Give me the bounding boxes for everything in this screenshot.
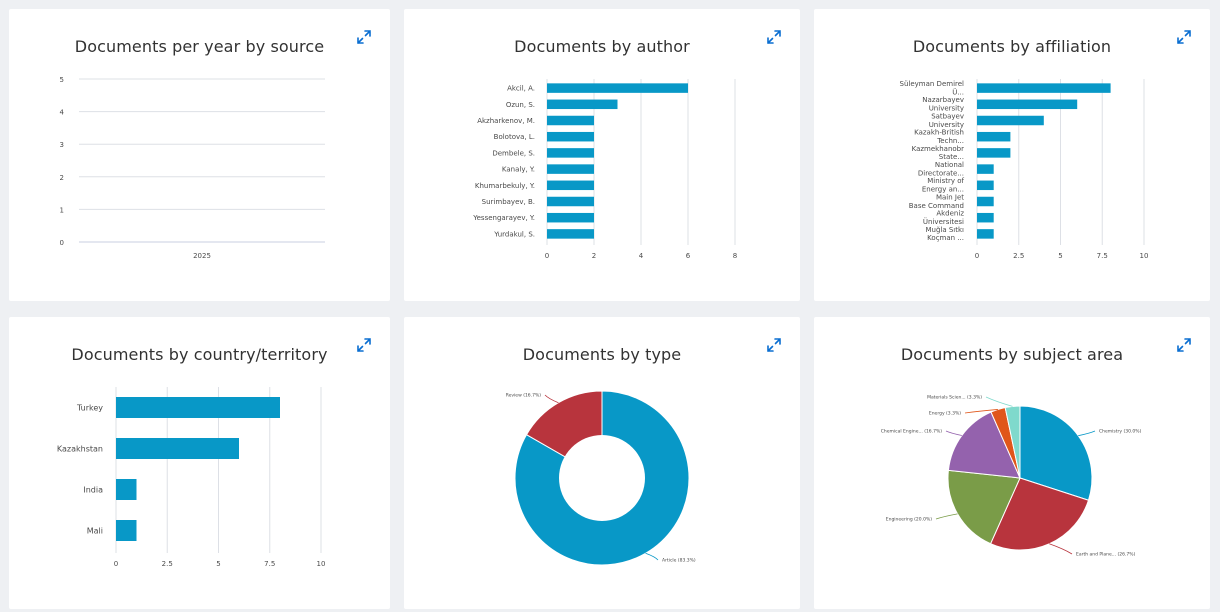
x-tick-label: 4 (639, 252, 644, 260)
bar (547, 180, 594, 191)
y-tick-label: 5 (60, 76, 64, 84)
x-tick-label: 10 (317, 560, 326, 568)
slice-label: Chemical Engine... (16.7%) (881, 429, 943, 435)
bar (547, 83, 688, 93)
leader-line (1049, 543, 1073, 555)
leader-line (945, 430, 962, 436)
slice-label: Earth and Plane... (26.7%) (1076, 552, 1136, 558)
category-label: Nazarbayev University (922, 96, 964, 112)
category-label: Yessengarayev, Y. (472, 214, 535, 222)
x-tick-label: 2 (592, 252, 596, 260)
category-label: Mali (87, 526, 103, 535)
category-label: Ozun, S. (506, 101, 535, 109)
donut-chart: Article (83.3%) Review (16.7%) (506, 390, 696, 566)
bar (977, 212, 994, 223)
bar (547, 212, 594, 223)
x-tick-label: 0 (114, 560, 118, 568)
x-tick-label: 2.5 (1013, 252, 1024, 260)
category-label: Ministry of Energy an... (922, 177, 965, 193)
bar (977, 115, 1044, 126)
bar (977, 229, 994, 239)
bar (547, 131, 594, 142)
x-tick-label: 0 (545, 252, 549, 260)
y-tick-label: 4 (60, 109, 65, 117)
bar (116, 397, 280, 418)
bar-chart: 0 2 4 6 8 Akcil, A. Ozun, S. Akzharkenov, M. Bol… (472, 79, 737, 260)
card-documents-by-country: Documents by country/territory 0 2.5 5 7.5 1… (9, 317, 390, 609)
card-documents-by-affiliation: Documents by affiliation 0 2.5 5 7.5 10 Süley… (814, 9, 1210, 301)
bar (977, 164, 994, 174)
slice-label: Materials Scien... (3.3%) (927, 395, 982, 401)
bar-chart: 0 2.5 5 7.5 10 Turkey Kazakhstan India Mali (57, 387, 326, 568)
leader-line (544, 394, 559, 404)
card-documents-by-type: Documents by type Article (83.3%) Review … (404, 317, 800, 609)
bar-chart: 0 2.5 5 7.5 10 Süleyman Demirel Ü...Nazarbayev… (900, 79, 1149, 260)
bar (977, 196, 994, 207)
slice-label: Review (16.7%) (506, 393, 542, 399)
x-tick-label: 7.5 (1097, 252, 1108, 260)
bar (977, 99, 1078, 110)
x-tick-label: 5 (1058, 252, 1062, 260)
category-label: Akzharkenov, M. (477, 117, 535, 125)
card-documents-per-year: Documents per year by source 0 1 2 3 4 5 2025 (9, 9, 390, 301)
x-tick-label: 5 (216, 560, 220, 568)
x-tick-label: 7.5 (264, 560, 275, 568)
category-label: Yurdakul, S. (493, 230, 535, 238)
category-label: Main Jet Base Command (909, 193, 964, 209)
x-tick-label: 0 (975, 252, 979, 260)
bar (116, 479, 137, 500)
bar (547, 99, 618, 110)
leader-line (1078, 430, 1096, 437)
line-chart: 0 1 2 3 4 5 2025 (60, 76, 325, 260)
x-tick-label: 2.5 (162, 560, 173, 568)
x-tick-label: 10 (1140, 252, 1149, 260)
x-tick-label: 8 (733, 252, 737, 260)
y-tick-label: 0 (60, 239, 64, 247)
category-label: Kanaly, Y. (502, 166, 535, 174)
category-label: India (83, 485, 103, 494)
category-label: Akdeniz Üniversitesi (923, 210, 964, 226)
category-label: Kazakh-British Techn... (914, 129, 964, 145)
dashboard: Documents per year by source 0 1 2 3 4 5 2025 … (0, 0, 1220, 612)
category-label: Kazmekhanobr State... (912, 145, 964, 161)
category-label: Turkey (76, 403, 103, 412)
category-label: Süleyman Demirel Ü... (900, 80, 965, 96)
category-label: Satbayev University (929, 112, 964, 128)
x-tick-label: 6 (686, 252, 691, 260)
bar (547, 196, 594, 207)
y-tick-label: 1 (60, 206, 64, 214)
pie-chart: Chemistry (30.0%) Earth and Plane... (26.… (881, 395, 1142, 558)
donut-hole (559, 435, 645, 521)
slice-label: Chemistry (30.0%) (1099, 429, 1142, 435)
category-label: Kazakhstan (57, 444, 103, 453)
category-label: Surimbayev, B. (482, 198, 535, 206)
category-label: National Directorate... (918, 161, 964, 177)
leader-line (645, 552, 659, 561)
category-label: Khumarbekuly, Y. (475, 182, 535, 190)
bar (547, 148, 594, 158)
bar (547, 115, 594, 126)
category-label: Muğla Sıtkı Koçman ... (925, 226, 964, 242)
leader-line (935, 513, 958, 520)
card-documents-by-subject: Documents by subject area Chemistry (30.… (814, 317, 1210, 609)
bar (977, 131, 1011, 142)
slice-label: Engineering (20.0%) (886, 517, 932, 523)
category-label: Bolotova, L. (494, 133, 535, 141)
bar (977, 180, 994, 191)
bar (116, 438, 239, 459)
category-label: Dembele, S. (492, 149, 535, 157)
leader-line (985, 396, 1013, 407)
y-tick-label: 2 (60, 174, 64, 182)
bar (977, 148, 1011, 158)
slice-label: Energy (3.3%) (929, 411, 961, 417)
card-documents-by-author: Documents by author 0 2 4 6 8 Akcil, A. Ozun, … (404, 9, 800, 301)
bar (547, 229, 594, 239)
x-tick-label: 2025 (193, 252, 211, 260)
category-label: Akcil, A. (507, 85, 535, 93)
y-tick-label: 3 (60, 141, 64, 149)
slice-label: Article (83.3%) (662, 558, 696, 564)
bar (547, 164, 594, 174)
bar (977, 83, 1111, 93)
bar (116, 520, 137, 541)
